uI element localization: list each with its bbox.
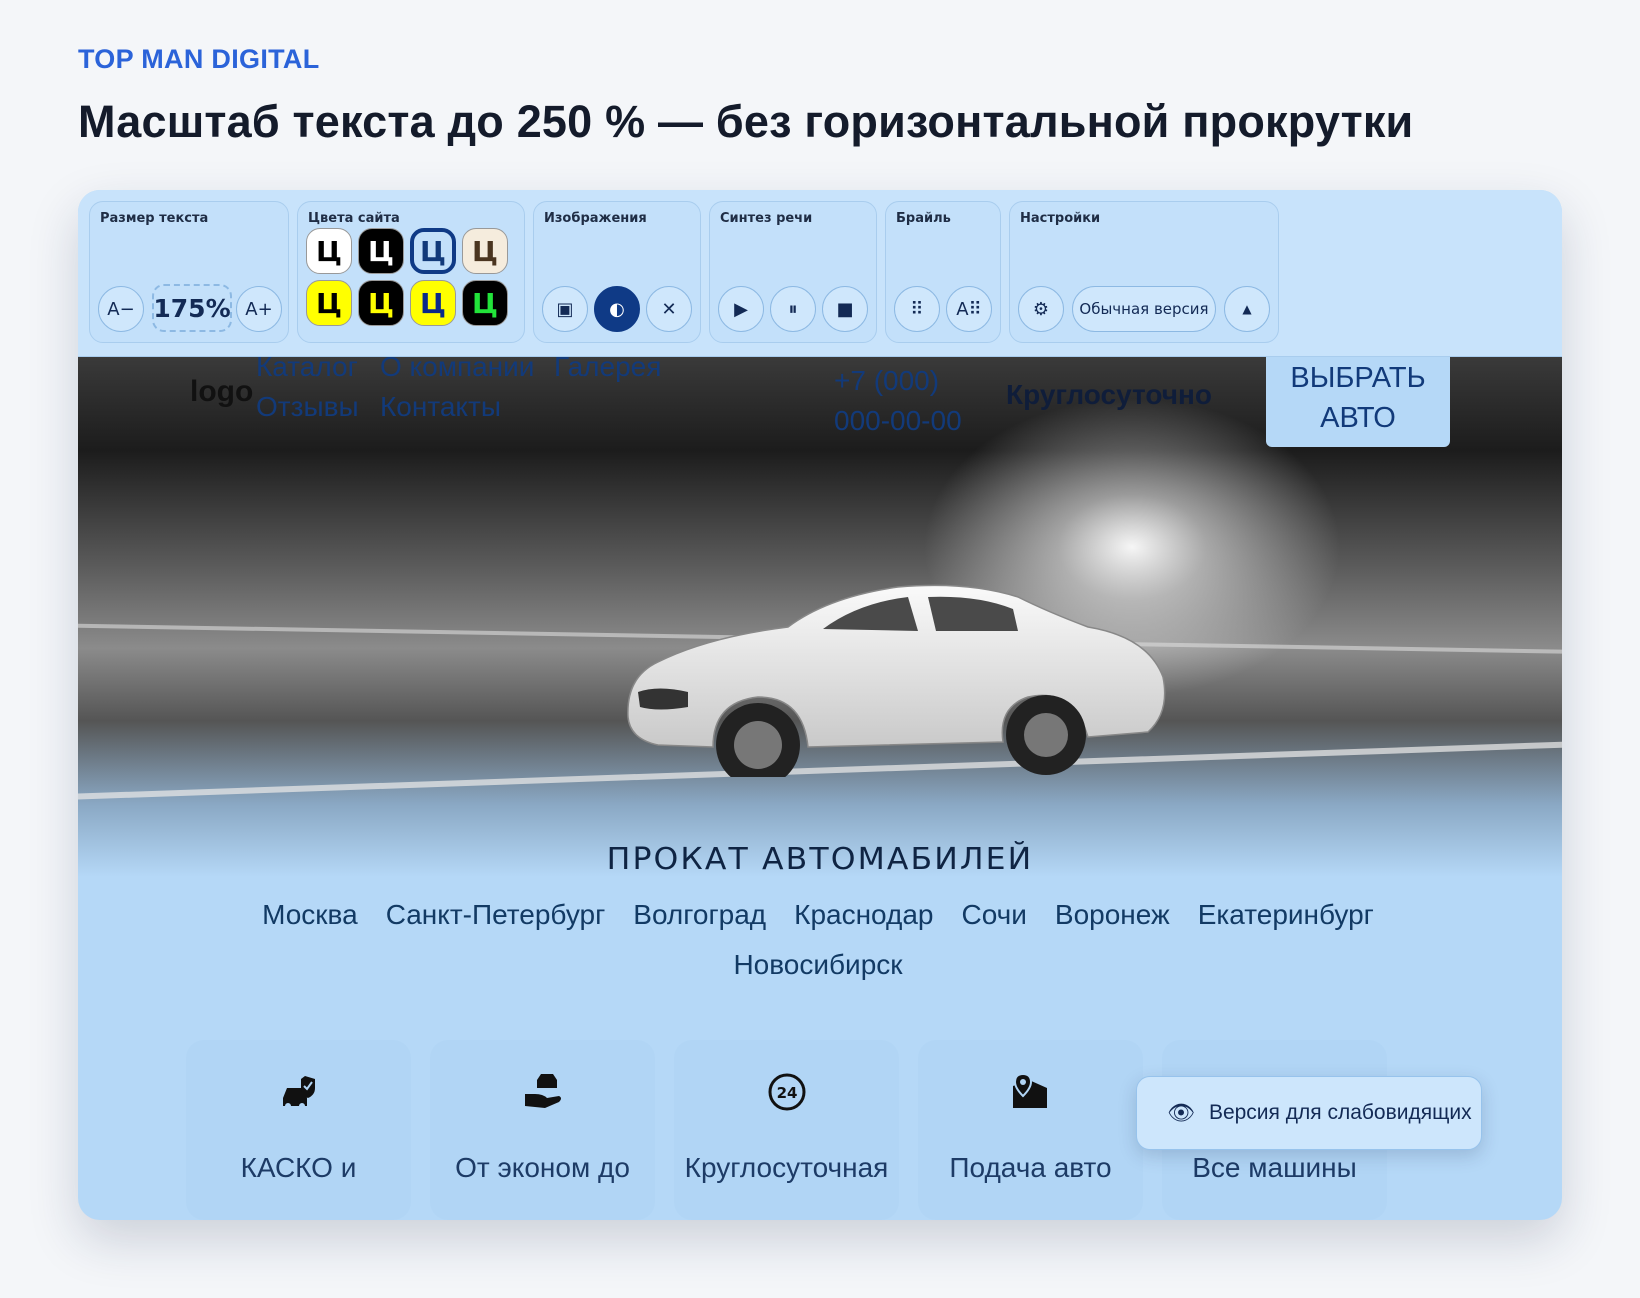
car-image (627, 584, 1166, 777)
feature-text: Круглосуточная (684, 1152, 889, 1183)
feature-card-24h: 24 Круглосуточная (674, 1040, 899, 1220)
nav-link-contacts[interactable]: Контакты (380, 391, 501, 423)
color-scheme-button[interactable]: Ц (410, 228, 456, 274)
svg-text:24: 24 (776, 1084, 797, 1102)
working-hours: Круглосуточно (1006, 379, 1213, 410)
decrease-text-button[interactable]: A− (98, 286, 144, 332)
city-link[interactable]: Сочи (962, 899, 1027, 930)
stop-button[interactable]: ■ (822, 286, 868, 332)
feature-text: Все машины (1192, 1152, 1357, 1183)
site-preview: Размер текста A− 175% A+ Цвета сайта ЦЦЦ… (78, 190, 1562, 1220)
city-link[interactable]: Москва (262, 899, 358, 930)
accessibility-toolbar: Размер текста A− 175% A+ Цвета сайта ЦЦЦ… (78, 190, 1562, 357)
feature-text: Подача авто (949, 1152, 1112, 1183)
gear-icon[interactable]: ⚙ (1018, 286, 1064, 332)
city-link[interactable]: Екатеринбург (1198, 899, 1374, 930)
images-panel: Изображения ▣ ◐ ✕ (533, 201, 701, 343)
images-normal-button[interactable]: ▣ (542, 286, 588, 332)
images-grayscale-button[interactable]: ◐ (594, 286, 640, 332)
nav-link-gallery[interactable]: Галерея (554, 357, 661, 383)
car-shield-icon (282, 1076, 315, 1109)
page-title: Масштаб текста до 250 % — без горизонтал… (78, 96, 1414, 147)
increase-text-button[interactable]: A+ (236, 286, 282, 332)
feature-card-classes: От эконом до (430, 1040, 655, 1220)
low-vision-label: Версия для слабовидящих (1208, 1101, 1472, 1124)
braille-text-button[interactable]: A⠿ (946, 286, 992, 332)
phone-number[interactable]: +7 (000) 000-00-00 (834, 361, 984, 441)
feature-card-insurance: КАСКО и (186, 1040, 411, 1220)
color-scheme-button[interactable]: Ц (462, 228, 508, 274)
panel-title: Синтез речи (720, 211, 813, 226)
play-button[interactable]: ▶ (718, 286, 764, 332)
nav-link-about[interactable]: О компании (380, 357, 534, 383)
city-link[interactable]: Волгоград (633, 899, 766, 930)
panel-title: Изображения (544, 211, 647, 226)
section-title: ПРОКАТ АВТОМАБИЛЕЙ (606, 842, 1034, 877)
city-link[interactable]: Санкт-Петербург (386, 899, 606, 930)
colors-panel: Цвета сайта ЦЦЦЦЦЦЦЦ (297, 201, 525, 343)
panel-title: Настройки (1020, 211, 1101, 226)
feature-text: От эконом до (455, 1152, 630, 1183)
collapse-toolbar-button[interactable]: ▲ (1224, 286, 1270, 332)
color-scheme-button[interactable]: Ц (462, 280, 508, 326)
color-scheme-button[interactable]: Ц (306, 280, 352, 326)
settings-panel: Настройки ⚙ Обычная версия ▲ (1009, 201, 1279, 343)
normal-version-button[interactable]: Обычная версия (1072, 286, 1216, 332)
color-scheme-button[interactable]: Ц (306, 228, 352, 274)
clock-24-icon: 24 (768, 1073, 805, 1111)
nav-link-catalog[interactable]: Каталог (256, 357, 358, 383)
pause-button[interactable]: ⏸ (770, 286, 816, 332)
color-scheme-button[interactable]: Ц (358, 228, 404, 274)
zoom-level: 175% (152, 284, 232, 332)
braille-dots-button[interactable]: ⠿ (894, 286, 940, 332)
panel-title: Цвета сайта (308, 211, 400, 226)
text-size-panel: Размер текста A− 175% A+ (89, 201, 289, 343)
low-vision-toggle[interactable]: 👁 Версия для слабовидящих (1136, 1076, 1482, 1150)
site-logo[interactable]: logo (190, 375, 253, 409)
feature-text: КАСКО и (240, 1152, 357, 1183)
feature-card-delivery: Подача авто (918, 1040, 1143, 1220)
choose-car-button[interactable]: ВЫБРАТЬ АВТО (1266, 357, 1450, 447)
speech-panel: Синтез речи ▶ ⏸ ■ (709, 201, 877, 343)
color-scheme-button[interactable]: Ц (410, 280, 456, 326)
city-link[interactable]: Новосибирск (733, 949, 902, 980)
panel-title: Размер текста (100, 211, 209, 226)
eye-icon: 👁 (1167, 1100, 1195, 1125)
brand-label: TOP MAN DIGITAL (78, 44, 320, 74)
hero-banner: logo Каталог О компании Галерея Отзывы К… (78, 357, 1562, 877)
city-link[interactable]: Краснодар (794, 899, 933, 930)
images-off-button[interactable]: ✕ (646, 286, 692, 332)
nav-link-reviews[interactable]: Отзывы (256, 391, 359, 423)
city-link[interactable]: Воронеж (1055, 899, 1170, 930)
city-list: Москва Санкт-Петербург Волгоград Краснодар С… (218, 890, 1418, 990)
map-pin-icon (1012, 1072, 1047, 1108)
panel-title: Брайль (896, 211, 951, 226)
hand-car-icon (524, 1074, 561, 1108)
color-scheme-button[interactable]: Ц (358, 280, 404, 326)
braille-panel: Брайль ⠿ A⠿ (885, 201, 1001, 343)
